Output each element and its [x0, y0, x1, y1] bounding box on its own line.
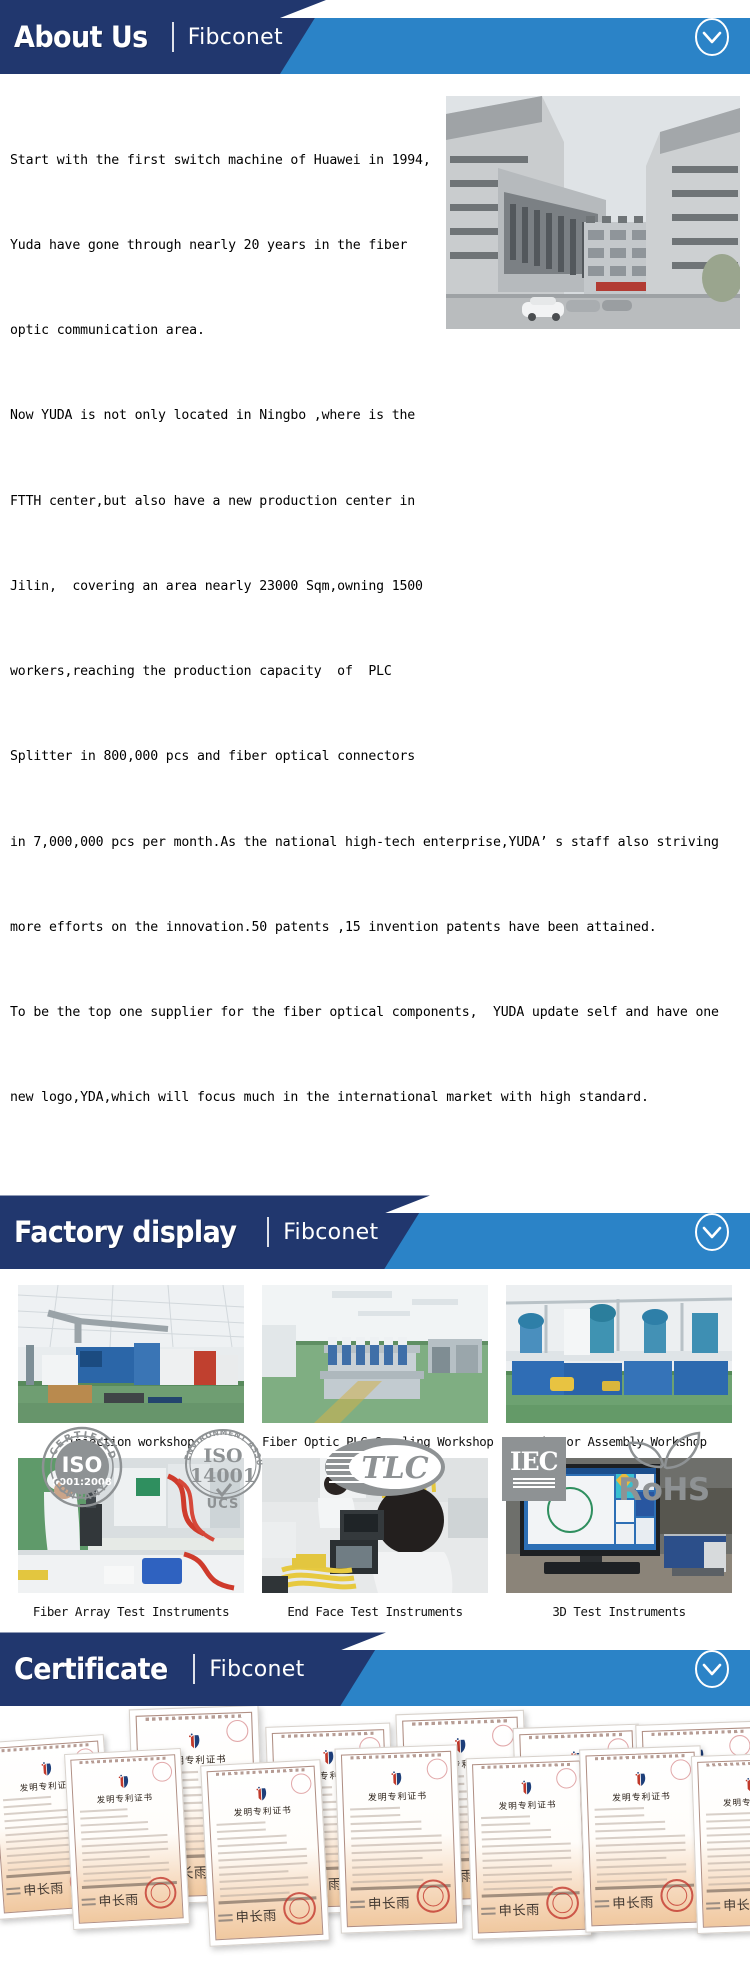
about-line: To be the top one supplier for the fiber…: [10, 1005, 719, 1020]
about-line: Jilin, covering an area nearly 23000 Sqm…: [10, 578, 423, 594]
company-building-photo: [446, 96, 740, 329]
factory-caption: 3D Test Instruments: [552, 1604, 686, 1620]
certificate-body-lines: [594, 1806, 692, 1889]
patent-logo-icon: [518, 1780, 536, 1798]
chevron-down-circle-icon[interactable]: [692, 1649, 732, 1689]
certificate-sign-label: [594, 1900, 610, 1911]
header-titles: Factory display Fibconet: [0, 1195, 378, 1269]
title-divider: [193, 1654, 196, 1685]
certificate-sign-label: [350, 1900, 365, 1912]
patent-logo-icon: [253, 1786, 271, 1804]
rohs-text: RoHS: [618, 1471, 710, 1508]
certificate-signature: 申长雨: [722, 1898, 750, 1915]
iec-bars: [512, 1477, 555, 1490]
about-line: Now YUDA is not only located in Ningbo ,…: [10, 408, 416, 424]
certificate-gallery: 发明专利证书申长雨发明专利证书申长雨发明专利证书申长雨发明专利证书申长雨发明专利…: [0, 1706, 750, 1981]
iso-9001-main: ISO: [62, 1453, 103, 1477]
patent-logo-icon: [742, 1777, 750, 1795]
section-header-certificate: Certificate Fibconet: [0, 1632, 750, 1707]
page-title: Certificate: [14, 1652, 168, 1687]
brand-name: Fibconet: [283, 1219, 379, 1245]
iec-text: IEC: [509, 1446, 559, 1476]
about-line: FTTH center,but also have a new producti…: [10, 493, 416, 509]
certificate-signature: 申长雨: [498, 1903, 541, 1920]
chevron-down-circle-icon[interactable]: [692, 17, 732, 57]
iso-14001-main: ISO: [203, 1445, 242, 1467]
patent-logo-icon: [38, 1761, 56, 1779]
iso-14001-badge: ISO 14001 UCS ENVIRONMENT ASSURED FIRM: [173, 1417, 269, 1514]
certificate-item[interactable]: 发明专利证书申长雨: [690, 1752, 750, 1935]
certificate-sign-label: [218, 1914, 233, 1925]
about-line: in 7,000,000 pcs per month.As the nation…: [10, 834, 719, 850]
page-title: About Us: [14, 20, 148, 54]
chevron-down-circle-icon[interactable]: [692, 1212, 732, 1252]
certificate-signature: 申长雨: [98, 1893, 140, 1911]
certificate-body-lines: [350, 1806, 448, 1889]
certificate-item[interactable]: 发明专利证书申长雨: [465, 1754, 593, 1941]
certificate-signature: 申长雨: [235, 1909, 278, 1927]
about-line: workers,reaching the production capacity…: [10, 664, 392, 680]
certificate-signature: 申长雨: [367, 1896, 411, 1914]
certificate-sign-label: [6, 1887, 21, 1899]
brand-name: Fibconet: [209, 1656, 305, 1682]
certificate-item[interactable]: 发明专利证书申长雨: [200, 1759, 330, 1948]
certificate-sign-label: [481, 1907, 496, 1919]
section-header-factory: Factory display Fibconet: [0, 1195, 750, 1270]
certificate-body-lines: [705, 1811, 750, 1891]
tlc-badge: TLC: [321, 1432, 449, 1506]
certificate-sign-label: [706, 1902, 721, 1913]
tlc-text: TLC: [362, 1451, 429, 1486]
certificate-signature: 申长雨: [22, 1881, 65, 1900]
header-titles: About Us Fibconet: [0, 0, 283, 74]
iso-14001-bottom: UCS: [206, 1497, 239, 1510]
about-section-body: Start with the first switch machine of H…: [0, 74, 750, 1195]
certification-badges: ISO 9001:2008 CERTIFIED COMPANY ISO 1400…: [0, 1394, 750, 1544]
about-line: more efforts on the innovation.50 patent…: [10, 919, 657, 935]
patent-logo-icon: [632, 1771, 650, 1789]
factory-caption: End Face Test Instruments: [287, 1604, 463, 1620]
rohs-badge: RoHS: [618, 1431, 710, 1508]
factory-caption: Fiber Array Test Instruments: [32, 1604, 230, 1620]
page-title: Factory display: [14, 1215, 237, 1250]
header-titles: Certificate Fibconet: [0, 1632, 305, 1706]
title-divider: [267, 1217, 270, 1248]
leaf-icon: [627, 1431, 701, 1469]
certificate-body-lines: [481, 1814, 578, 1896]
certificate-signature: 申长雨: [612, 1895, 655, 1913]
title-divider: [171, 22, 174, 52]
certificate-body-lines: [79, 1806, 175, 1887]
certificate-body-lines: [216, 1819, 314, 1902]
iso-14001-sub: 14001: [190, 1465, 256, 1487]
about-line: Splitter in 800,000 pcs and fiber optica…: [10, 749, 416, 765]
certificate-item[interactable]: 发明专利证书申长雨: [64, 1748, 190, 1931]
section-header-about: About Us Fibconet: [0, 0, 750, 74]
brand-name: Fibconet: [187, 24, 283, 50]
iec-badge: IEC: [501, 1437, 566, 1501]
patent-logo-icon: [115, 1774, 133, 1792]
patent-logo-icon: [388, 1771, 406, 1789]
certificate-item[interactable]: 发明专利证书申长雨: [334, 1744, 464, 1935]
certificate-sign-label: [81, 1898, 96, 1910]
about-line: new logo,YDA,which will focus much in th…: [10, 1090, 649, 1106]
certificate-item[interactable]: 发明专利证书申长雨: [579, 1745, 707, 1934]
patent-logo-icon: [185, 1733, 204, 1752]
certificate-title: 发明专利证书: [722, 1797, 750, 1810]
iso-9001-badge: ISO 9001:2008 CERTIFIED COMPANY: [40, 1425, 124, 1513]
